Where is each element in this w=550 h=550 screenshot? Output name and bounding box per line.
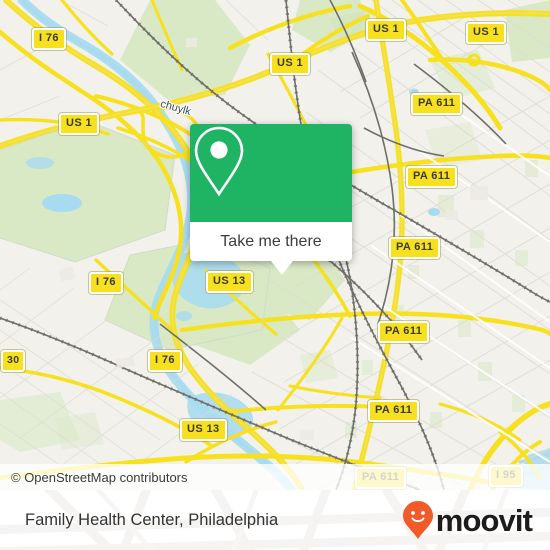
highway-shield-us1-ne: US 1 xyxy=(466,22,507,44)
popup-pointer xyxy=(271,261,293,275)
highway-shield-i76-nw: I 76 xyxy=(32,28,66,50)
moovit-wordmark: moovit xyxy=(435,502,533,538)
attribution-text[interactable]: © OpenStreetMap contributors xyxy=(0,470,188,485)
map-attribution-bar: © OpenStreetMap contributors xyxy=(0,464,550,490)
take-me-there-label: Take me there xyxy=(220,232,322,250)
highway-shield-us1-north: US 1 xyxy=(270,53,311,75)
highway-shield-us13-s: US 13 xyxy=(180,419,227,441)
highway-shield-pa611-s: PA 611 xyxy=(378,321,430,343)
highway-shield-pa611-n: PA 611 xyxy=(411,93,463,115)
highway-shield-pa611-s2: PA 611 xyxy=(368,400,420,422)
highway-shield-i76-mid: I 76 xyxy=(89,272,123,294)
map-canvas[interactable]: .park{fill:#d9e9c6;} .parkdark{fill:#cfe… xyxy=(0,0,550,490)
place-title: Family Health Center, Philadelphia xyxy=(25,510,279,529)
highway-shield-us1-top: US 1 xyxy=(366,19,407,41)
moovit-logo[interactable]: moovit xyxy=(402,500,533,540)
footer-bar: Family Health Center, Philadelphia moovi… xyxy=(0,490,550,550)
highway-shield-us1-west: US 1 xyxy=(59,113,100,135)
take-me-there-button[interactable]: Take me there xyxy=(190,222,352,261)
moovit-map-screenshot: .park{fill:#d9e9c6;} .parkdark{fill:#cfe… xyxy=(0,0,550,550)
popup-marker-area xyxy=(190,124,352,222)
highway-shield-i76-s: I 76 xyxy=(148,350,182,372)
highway-shield-30: 30 xyxy=(1,350,26,372)
highway-shield-pa611-mid: PA 611 xyxy=(389,237,441,259)
highway-shield-pa611-n2: PA 611 xyxy=(406,166,458,188)
location-popup[interactable]: Take me there xyxy=(190,124,352,261)
moovit-smiley-pin-icon xyxy=(402,501,433,539)
map-pin-icon xyxy=(194,126,244,197)
highway-shield-us13-n: US 13 xyxy=(206,271,253,293)
